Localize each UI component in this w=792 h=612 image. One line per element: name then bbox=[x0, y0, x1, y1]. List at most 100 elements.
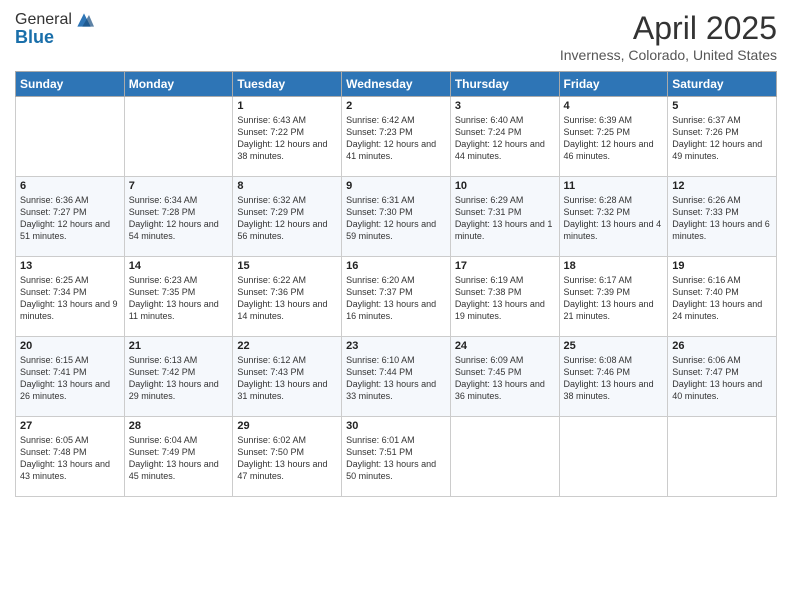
day-info: Sunrise: 6:19 AM Sunset: 7:38 PM Dayligh… bbox=[455, 274, 555, 323]
day-headers-row: SundayMondayTuesdayWednesdayThursdayFrid… bbox=[16, 72, 777, 97]
day-info: Sunrise: 6:06 AM Sunset: 7:47 PM Dayligh… bbox=[672, 354, 772, 403]
day-info: Sunrise: 6:15 AM Sunset: 7:41 PM Dayligh… bbox=[20, 354, 120, 403]
day-number: 26 bbox=[672, 340, 772, 352]
day-header-tuesday: Tuesday bbox=[233, 72, 342, 97]
day-number: 11 bbox=[564, 180, 664, 192]
day-number: 3 bbox=[455, 100, 555, 112]
calendar-cell: 14Sunrise: 6:23 AM Sunset: 7:35 PM Dayli… bbox=[124, 257, 233, 337]
page: General Blue April 2025 Inverness, Color… bbox=[0, 0, 792, 612]
calendar-cell: 28 Sunrise: 6:04 AM Sunset: 7:49 PM Dayli… bbox=[124, 417, 233, 497]
calendar-cell: 22Sunrise: 6:12 AM Sunset: 7:43 PM Dayli… bbox=[233, 337, 342, 417]
calendar-cell: 1 Sunrise: 6:43 AM Sunset: 7:22 PM Daylig… bbox=[233, 97, 342, 177]
day-header-monday: Monday bbox=[124, 72, 233, 97]
calendar-cell: 3 Sunrise: 6:40 AM Sunset: 7:24 PM Daylig… bbox=[450, 97, 559, 177]
calendar-cell: 26 Sunrise: 6:06 AM Sunset: 7:47 PM Dayli… bbox=[668, 337, 777, 417]
calendar-cell: 8 Sunrise: 6:32 AM Sunset: 7:29 PM Daylig… bbox=[233, 177, 342, 257]
day-header-thursday: Thursday bbox=[450, 72, 559, 97]
day-info: Sunrise: 6:13 AM Sunset: 7:42 PM Dayligh… bbox=[129, 354, 229, 403]
logo-blue-text: Blue bbox=[15, 27, 94, 48]
day-number: 20 bbox=[20, 340, 120, 352]
day-number: 5 bbox=[672, 100, 772, 112]
calendar-cell: 29 Sunrise: 6:02 AM Sunset: 7:50 PM Dayli… bbox=[233, 417, 342, 497]
day-info: Sunrise: 6:42 AM Sunset: 7:23 PM Dayligh… bbox=[346, 114, 446, 163]
day-header-wednesday: Wednesday bbox=[342, 72, 451, 97]
day-number: 28 bbox=[129, 420, 229, 432]
day-info: Sunrise: 6:40 AM Sunset: 7:24 PM Dayligh… bbox=[455, 114, 555, 163]
header: General Blue April 2025 Inverness, Color… bbox=[15, 10, 777, 63]
day-header-friday: Friday bbox=[559, 72, 668, 97]
calendar-cell: 20 Sunrise: 6:15 AM Sunset: 7:41 PM Dayli… bbox=[16, 337, 125, 417]
calendar-cell: 12Sunrise: 6:26 AM Sunset: 7:33 PM Dayli… bbox=[668, 177, 777, 257]
day-number: 4 bbox=[564, 100, 664, 112]
calendar-week-4: 20 Sunrise: 6:15 AM Sunset: 7:41 PM Dayli… bbox=[16, 337, 777, 417]
calendar-cell bbox=[450, 417, 559, 497]
calendar-week-5: 27Sunrise: 6:05 AM Sunset: 7:48 PM Dayli… bbox=[16, 417, 777, 497]
calendar-cell: 6 Sunrise: 6:36 AM Sunset: 7:27 PM Daylig… bbox=[16, 177, 125, 257]
day-number: 23 bbox=[346, 340, 446, 352]
day-info: Sunrise: 6:04 AM Sunset: 7:49 PM Dayligh… bbox=[129, 434, 229, 483]
calendar-cell: 4 Sunrise: 6:39 AM Sunset: 7:25 PM Daylig… bbox=[559, 97, 668, 177]
day-number: 1 bbox=[237, 100, 337, 112]
calendar-cell: 15Sunrise: 6:22 AM Sunset: 7:36 PM Dayli… bbox=[233, 257, 342, 337]
day-info: Sunrise: 6:02 AM Sunset: 7:50 PM Dayligh… bbox=[237, 434, 337, 483]
calendar-week-2: 6 Sunrise: 6:36 AM Sunset: 7:27 PM Daylig… bbox=[16, 177, 777, 257]
day-info: Sunrise: 6:08 AM Sunset: 7:46 PM Dayligh… bbox=[564, 354, 664, 403]
calendar-cell: 11 Sunrise: 6:28 AM Sunset: 7:32 PM Dayli… bbox=[559, 177, 668, 257]
day-number: 8 bbox=[237, 180, 337, 192]
day-info: Sunrise: 6:39 AM Sunset: 7:25 PM Dayligh… bbox=[564, 114, 664, 163]
calendar-header: SundayMondayTuesdayWednesdayThursdayFrid… bbox=[16, 72, 777, 97]
day-info: Sunrise: 6:20 AM Sunset: 7:37 PM Dayligh… bbox=[346, 274, 446, 323]
logo: General Blue bbox=[15, 10, 94, 48]
day-number: 19 bbox=[672, 260, 772, 272]
day-info: Sunrise: 6:05 AM Sunset: 7:48 PM Dayligh… bbox=[20, 434, 120, 483]
day-info: Sunrise: 6:01 AM Sunset: 7:51 PM Dayligh… bbox=[346, 434, 446, 483]
day-number: 22 bbox=[237, 340, 337, 352]
calendar-week-1: 1 Sunrise: 6:43 AM Sunset: 7:22 PM Daylig… bbox=[16, 97, 777, 177]
day-number: 10 bbox=[455, 180, 555, 192]
calendar-body: 1 Sunrise: 6:43 AM Sunset: 7:22 PM Daylig… bbox=[16, 97, 777, 497]
day-number: 29 bbox=[237, 420, 337, 432]
calendar-cell: 25 Sunrise: 6:08 AM Sunset: 7:46 PM Dayli… bbox=[559, 337, 668, 417]
calendar-cell bbox=[668, 417, 777, 497]
day-info: Sunrise: 6:26 AM Sunset: 7:33 PM Dayligh… bbox=[672, 194, 772, 243]
calendar-cell: 24 Sunrise: 6:09 AM Sunset: 7:45 PM Dayli… bbox=[450, 337, 559, 417]
calendar-cell: 17Sunrise: 6:19 AM Sunset: 7:38 PM Dayli… bbox=[450, 257, 559, 337]
day-info: Sunrise: 6:37 AM Sunset: 7:26 PM Dayligh… bbox=[672, 114, 772, 163]
day-number: 16 bbox=[346, 260, 446, 272]
day-header-sunday: Sunday bbox=[16, 72, 125, 97]
day-info: Sunrise: 6:31 AM Sunset: 7:30 PM Dayligh… bbox=[346, 194, 446, 243]
day-header-saturday: Saturday bbox=[668, 72, 777, 97]
day-info: Sunrise: 6:43 AM Sunset: 7:22 PM Dayligh… bbox=[237, 114, 337, 163]
calendar-week-3: 13Sunrise: 6:25 AM Sunset: 7:34 PM Dayli… bbox=[16, 257, 777, 337]
day-number: 7 bbox=[129, 180, 229, 192]
calendar-cell: 5 Sunrise: 6:37 AM Sunset: 7:26 PM Daylig… bbox=[668, 97, 777, 177]
calendar: SundayMondayTuesdayWednesdayThursdayFrid… bbox=[15, 71, 777, 497]
day-info: Sunrise: 6:09 AM Sunset: 7:45 PM Dayligh… bbox=[455, 354, 555, 403]
calendar-cell: 19 Sunrise: 6:16 AM Sunset: 7:40 PM Dayli… bbox=[668, 257, 777, 337]
logo-icon bbox=[74, 10, 94, 30]
day-info: Sunrise: 6:28 AM Sunset: 7:32 PM Dayligh… bbox=[564, 194, 664, 243]
calendar-cell bbox=[124, 97, 233, 177]
day-number: 18 bbox=[564, 260, 664, 272]
day-number: 6 bbox=[20, 180, 120, 192]
day-info: Sunrise: 6:23 AM Sunset: 7:35 PM Dayligh… bbox=[129, 274, 229, 323]
day-info: Sunrise: 6:32 AM Sunset: 7:29 PM Dayligh… bbox=[237, 194, 337, 243]
day-info: Sunrise: 6:10 AM Sunset: 7:44 PM Dayligh… bbox=[346, 354, 446, 403]
day-number: 25 bbox=[564, 340, 664, 352]
day-number: 24 bbox=[455, 340, 555, 352]
day-info: Sunrise: 6:36 AM Sunset: 7:27 PM Dayligh… bbox=[20, 194, 120, 243]
calendar-cell: 9Sunrise: 6:31 AM Sunset: 7:30 PM Daylig… bbox=[342, 177, 451, 257]
day-info: Sunrise: 6:16 AM Sunset: 7:40 PM Dayligh… bbox=[672, 274, 772, 323]
calendar-cell: 16 Sunrise: 6:20 AM Sunset: 7:37 PM Dayli… bbox=[342, 257, 451, 337]
calendar-cell: 18Sunrise: 6:17 AM Sunset: 7:39 PM Dayli… bbox=[559, 257, 668, 337]
calendar-cell: 30 Sunrise: 6:01 AM Sunset: 7:51 PM Dayli… bbox=[342, 417, 451, 497]
calendar-cell: 13Sunrise: 6:25 AM Sunset: 7:34 PM Dayli… bbox=[16, 257, 125, 337]
day-info: Sunrise: 6:34 AM Sunset: 7:28 PM Dayligh… bbox=[129, 194, 229, 243]
day-number: 21 bbox=[129, 340, 229, 352]
day-info: Sunrise: 6:22 AM Sunset: 7:36 PM Dayligh… bbox=[237, 274, 337, 323]
day-info: Sunrise: 6:25 AM Sunset: 7:34 PM Dayligh… bbox=[20, 274, 120, 323]
calendar-cell bbox=[559, 417, 668, 497]
calendar-cell bbox=[16, 97, 125, 177]
calendar-cell: 23 Sunrise: 6:10 AM Sunset: 7:44 PM Dayli… bbox=[342, 337, 451, 417]
day-number: 30 bbox=[346, 420, 446, 432]
